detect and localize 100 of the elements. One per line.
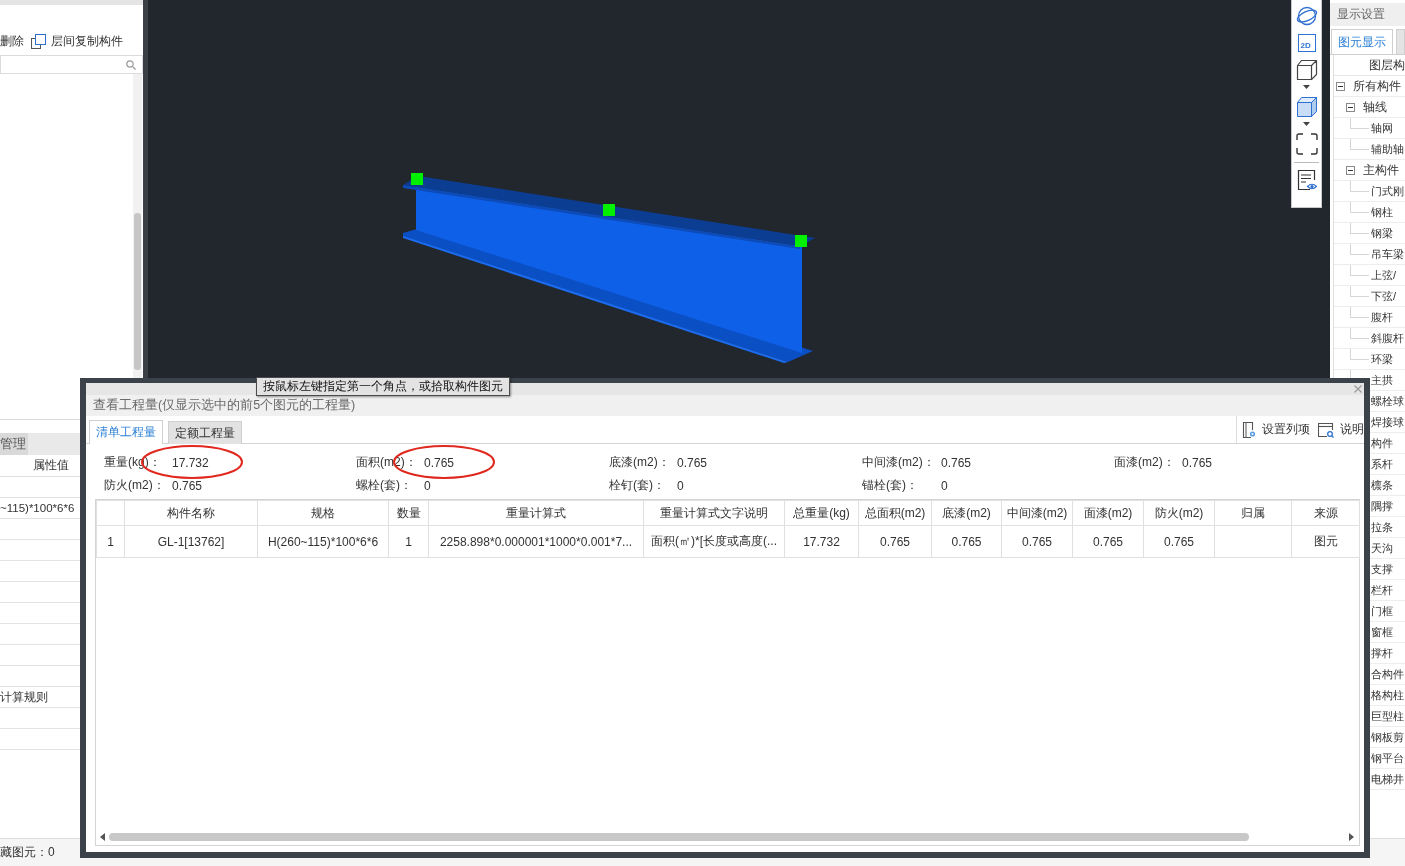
tree-item[interactable]: 主构件	[1363, 161, 1399, 179]
tree-item[interactable]: 下弦/	[1371, 288, 1397, 304]
table-cell: GL-1[13762]	[124, 525, 258, 558]
table-cell: 图元	[1291, 525, 1360, 558]
scrollbar-thumb[interactable]	[109, 833, 1249, 841]
tree-item[interactable]: 电梯井	[1371, 771, 1404, 787]
caret-icon[interactable]	[1303, 85, 1310, 89]
document-gear-icon	[1242, 421, 1256, 438]
tree-item[interactable]: 所有构件	[1353, 77, 1401, 95]
tree-item[interactable]: 隅撑	[1371, 498, 1393, 514]
tree-item[interactable]: 钢板剪	[1371, 729, 1404, 745]
column-header[interactable]: 总重量(kg)	[784, 500, 859, 526]
table-cell: 0.765	[931, 525, 1002, 558]
column-header[interactable]: 面漆(m2)	[1072, 500, 1144, 526]
field-label: 面漆(m2)：	[1114, 454, 1176, 471]
column-header[interactable]: 规格	[257, 500, 389, 526]
column-header[interactable]: 重量计算式文字说明	[643, 500, 785, 526]
field-label: 锚栓(套)：	[862, 477, 919, 494]
row-number: 1	[96, 525, 125, 558]
table-cell: 0.765	[1072, 525, 1144, 558]
tree-item[interactable]: 门式刚	[1371, 183, 1404, 199]
tab[interactable]: 定额工程量	[168, 421, 242, 444]
right-arrow-icon[interactable]	[1349, 833, 1354, 841]
tree-item[interactable]: 吊车梁	[1371, 246, 1404, 262]
tree-item[interactable]: 焊接球	[1371, 414, 1404, 430]
field-label: 栓钉(套)：	[609, 477, 666, 494]
tree-item[interactable]: 系杆	[1371, 456, 1393, 472]
tree-item[interactable]: 轴网	[1371, 120, 1393, 136]
tree-item[interactable]: 门框	[1371, 603, 1393, 619]
search-field[interactable]	[0, 55, 143, 74]
tree-item[interactable]: 上弦/	[1371, 267, 1397, 283]
field-value: 0.765	[424, 455, 455, 470]
table-cell: 1	[388, 525, 429, 558]
collapse-icon[interactable]	[1336, 81, 1345, 91]
cube-icon[interactable]	[1295, 59, 1318, 81]
grip-handle[interactable]	[795, 235, 807, 247]
panel-tab[interactable]: 图元显示	[1331, 29, 1393, 54]
tree-item[interactable]: 轴线	[1363, 98, 1387, 116]
help-button[interactable]: 说明	[1318, 421, 1364, 438]
column-header[interactable]: 底漆(m2)	[931, 500, 1002, 526]
orbit-icon[interactable]	[1295, 5, 1318, 27]
panel-tab[interactable]: 管理	[0, 433, 28, 455]
tree-item[interactable]: 钢柱	[1371, 204, 1393, 220]
tree-item[interactable]: 天沟	[1371, 540, 1393, 556]
table-cell: H(260~115)*100*6*6	[257, 525, 389, 558]
column-settings-button[interactable]: 设置列项	[1242, 421, 1310, 438]
column-header[interactable]: 中间漆(m2)	[1001, 500, 1073, 526]
tree-item[interactable]: 斜腹杆	[1371, 330, 1404, 346]
column-header[interactable]: 重量计算式	[428, 500, 644, 526]
tab[interactable]: 清单工程量	[89, 420, 163, 444]
list-eye-icon[interactable]	[1296, 169, 1317, 191]
toolbar-button[interactable]: 删除	[0, 31, 24, 51]
column-header[interactable]: 来源	[1291, 500, 1360, 526]
table-cell: 17.732	[784, 525, 859, 558]
grip-handle[interactable]	[411, 173, 423, 185]
caret-icon[interactable]	[1303, 122, 1310, 126]
window-search-icon	[1318, 421, 1334, 438]
field-value: 0	[424, 478, 431, 493]
grip-handle[interactable]	[603, 204, 615, 216]
status-text: 藏图元：0	[0, 844, 55, 861]
tooltip: 按鼠标左键指定第一个角点，或拾取构件图元	[256, 377, 510, 396]
tree-item[interactable]: 合构件	[1371, 666, 1404, 682]
tree-item[interactable]: 支撑	[1371, 561, 1393, 577]
tree-item[interactable]: 辅助轴	[1371, 141, 1404, 157]
tree-item[interactable]: 檩条	[1371, 477, 1393, 493]
column-header[interactable]: 防火(m2)	[1143, 500, 1215, 526]
tree-item[interactable]: 撑杆	[1371, 645, 1393, 661]
tree-item[interactable]: 主拱	[1371, 372, 1393, 388]
tree-item[interactable]: 螺栓球	[1371, 393, 1404, 409]
property-value: ~115)*100*6*6	[0, 502, 75, 514]
field-label: 防火(m2)：	[104, 477, 166, 494]
left-arrow-icon[interactable]	[100, 833, 105, 841]
tree-item[interactable]: 环梁	[1371, 351, 1393, 367]
solid-cube-icon[interactable]	[1295, 96, 1318, 118]
corner-frame-icon[interactable]	[1295, 133, 1318, 155]
toolbar-button[interactable]: 层间复制构件	[31, 31, 123, 51]
collapse-icon[interactable]	[1346, 165, 1355, 175]
column-header[interactable]: 数量	[388, 500, 429, 526]
collapse-icon[interactable]	[1346, 102, 1355, 112]
3d-viewport[interactable]: 2D	[148, 0, 1330, 378]
field-value: 0.765	[941, 455, 972, 470]
tree-item[interactable]: 栏杆	[1371, 582, 1393, 598]
tree-item[interactable]: 腹杆	[1371, 309, 1393, 325]
column-header[interactable]: 构件名称	[124, 500, 258, 526]
2d-view-button[interactable]: 2D	[1297, 34, 1316, 52]
tree-item[interactable]: 格构柱	[1371, 687, 1404, 703]
tree-item[interactable]: 钢梁	[1371, 225, 1393, 241]
property-value: 计算规则	[0, 689, 48, 705]
tree-item[interactable]: 钢平台	[1371, 750, 1404, 766]
column-header[interactable]: 归属	[1214, 500, 1292, 526]
panel-title: 显示设置	[1330, 3, 1405, 26]
table-cell: 2258.898*0.000001*1000*0.001*7...	[428, 525, 644, 558]
steel-beam[interactable]	[403, 176, 815, 363]
tree-item[interactable]: 构件	[1371, 435, 1393, 451]
scrollbar-thumb[interactable]	[134, 213, 141, 370]
tree-item[interactable]: 窗框	[1371, 624, 1393, 640]
column-header[interactable]: 总面积(m2)	[858, 500, 932, 526]
field-value: 0.765	[677, 455, 708, 470]
tree-item[interactable]: 巨型柱	[1371, 708, 1404, 724]
tree-item[interactable]: 拉条	[1371, 519, 1393, 535]
